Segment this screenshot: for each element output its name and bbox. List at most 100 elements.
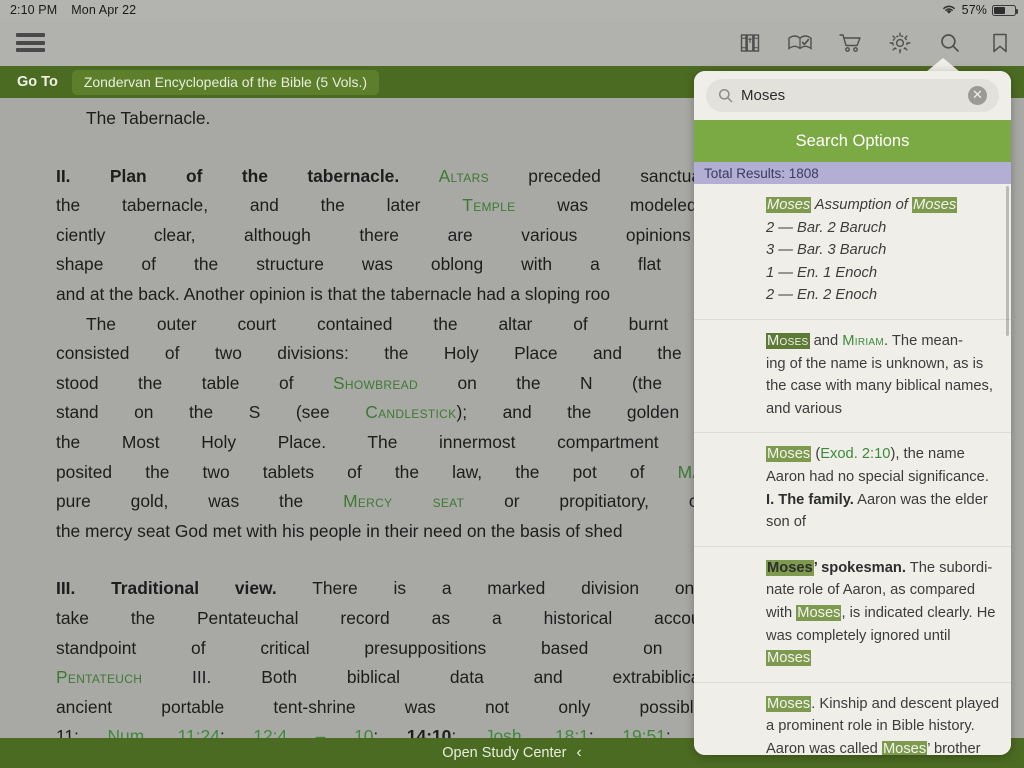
result-text-run: ’ brother bbox=[927, 740, 981, 755]
settings-gear-icon[interactable] bbox=[884, 27, 916, 59]
doc-text-run: the tabernacle, and the later bbox=[56, 195, 463, 216]
result-text-run: 2 — En. 2 Enoch bbox=[766, 287, 878, 304]
result-bold-run: I. The family. bbox=[766, 491, 854, 508]
search-term-highlight: Moses bbox=[766, 695, 812, 712]
battery-icon bbox=[992, 4, 1019, 16]
library-icon[interactable] bbox=[734, 27, 766, 59]
doc-text-run: pure gold, was the bbox=[56, 491, 344, 512]
store-cart-icon[interactable] bbox=[834, 27, 866, 59]
doc-text-run: 11; bbox=[56, 726, 108, 738]
open-study-center-label: Open Study Center bbox=[442, 745, 567, 761]
result-text-run: son of bbox=[766, 514, 807, 531]
search-result-line: Moses Assumption of Moses bbox=[766, 194, 997, 217]
search-result-item[interactable]: Moses Assumption of Moses 2 — Bar. 2 Baru… bbox=[694, 184, 1011, 320]
result-text-run: 2 — Bar. 2 Baruch bbox=[766, 219, 887, 236]
search-input[interactable] bbox=[741, 87, 968, 104]
wifi-icon bbox=[941, 3, 957, 18]
result-text-run: ing of the name is unknown, as is bbox=[766, 355, 984, 372]
total-results-label: Total Results: 1808 bbox=[694, 162, 1011, 184]
search-result-item[interactable]: Moses and Miriam. The mean-ing of the na… bbox=[694, 320, 1011, 434]
doc-smallcaps-link[interactable]: Candlestick bbox=[365, 402, 456, 422]
doc-text-run: ; bbox=[219, 726, 254, 738]
result-text-run: and bbox=[809, 332, 843, 349]
search-result-item[interactable]: Moses (Exod. 2:10), the name Aaron had no… bbox=[694, 433, 1011, 547]
current-book-chip[interactable]: Zondervan Encyclopedia of the Bible (5 V… bbox=[71, 69, 380, 95]
search-term-highlight: Moses bbox=[766, 446, 812, 463]
doc-text-run: ; bbox=[451, 726, 485, 738]
doc-text-run: the mercy seat God met with his people i… bbox=[56, 520, 623, 541]
doc-text-run: stand on the S (see bbox=[56, 402, 366, 423]
popover-pointer bbox=[926, 58, 960, 72]
search-result-line: 1 — En. 1 Enoch bbox=[766, 262, 997, 285]
status-date: Mon Apr 22 bbox=[71, 3, 137, 17]
results-scrollbar[interactable] bbox=[1006, 186, 1009, 336]
doc-smallcaps-link[interactable]: Altars bbox=[439, 166, 489, 186]
doc-scripture-link[interactable]: Josh. 18:1 bbox=[485, 726, 589, 738]
result-text-run: Aaron was the elder bbox=[853, 491, 988, 508]
doc-scripture-link[interactable]: 19:51 bbox=[622, 726, 666, 738]
result-scripture-link[interactable]: Exod. 2:10 bbox=[820, 446, 890, 462]
search-result-item[interactable]: Moses’ spokesman. The subordi-nate role … bbox=[694, 547, 1011, 683]
search-result-line: Aaron was called Moses’ brother bbox=[766, 738, 997, 755]
result-text-run: nate role of Aaron, as compared bbox=[766, 582, 976, 599]
document-line: the mercy seat God met with his people i… bbox=[56, 521, 623, 541]
search-result-line: Moses’ spokesman. The subordi- bbox=[766, 557, 997, 580]
search-term-highlight: Moses bbox=[911, 197, 958, 213]
doc-text-run: ; bbox=[373, 726, 407, 738]
search-field[interactable]: ✕ bbox=[706, 79, 999, 112]
search-result-line: I. The family. Aaron was the elder bbox=[766, 489, 997, 512]
result-text-run: Aaron was called bbox=[766, 740, 882, 755]
doc-text-run: stood the table of bbox=[56, 372, 333, 393]
document-line: The Tabernacle. bbox=[86, 108, 210, 128]
doc-smallcaps-link[interactable]: Showbread bbox=[333, 373, 418, 393]
result-text-run: . The mean- bbox=[884, 332, 963, 349]
doc-smallcaps-link[interactable]: Pentateuch bbox=[56, 667, 142, 687]
hamburger-menu-icon[interactable] bbox=[16, 30, 45, 55]
search-result-line: Moses (Exod. 2:10), the name bbox=[766, 443, 997, 466]
search-icon[interactable] bbox=[934, 27, 966, 59]
toolbar-icon-group bbox=[734, 20, 1016, 66]
search-result-line: Aaron had no special significance. bbox=[766, 466, 997, 489]
search-result-line: Moses. Kinship and descent played bbox=[766, 693, 1000, 716]
result-text-run: the case with many biblical names, bbox=[766, 378, 993, 395]
battery-percent: 57% bbox=[961, 3, 987, 17]
search-result-line: Moses and Miriam. The mean- bbox=[766, 330, 997, 353]
search-result-line: 2 — En. 2 Enoch bbox=[766, 284, 997, 307]
search-result-line: Moses bbox=[766, 647, 997, 670]
search-result-line: with Moses, is indicated clearly. He bbox=[766, 602, 997, 625]
search-results-list[interactable]: Moses Assumption of Moses 2 — Bar. 2 Baru… bbox=[694, 184, 1011, 755]
search-term-highlight: Moses bbox=[766, 559, 814, 576]
search-result-line: nate role of Aaron, as compared bbox=[766, 579, 997, 602]
go-to-button[interactable]: Go To bbox=[13, 72, 62, 92]
search-options-button[interactable]: Search Options bbox=[694, 120, 1011, 162]
search-result-item[interactable]: Moses. Kinship and descent played a promi… bbox=[694, 683, 1011, 755]
result-text-run: ), the name bbox=[890, 446, 965, 463]
clear-circle-icon[interactable]: ✕ bbox=[968, 86, 987, 105]
result-text-run: was completely ignored until bbox=[766, 627, 951, 644]
search-term-highlight: Moses bbox=[766, 650, 812, 667]
reading-plan-icon[interactable] bbox=[784, 27, 816, 59]
result-text-run: Aaron had no special significance. bbox=[766, 468, 989, 485]
result-text-run: 1 — En. 1 Enoch bbox=[766, 264, 878, 281]
result-text-run: . Kinship and descent played bbox=[811, 695, 1000, 712]
doc-text-run: The Tabernacle. bbox=[86, 108, 211, 128]
doc-text-run bbox=[399, 166, 438, 186]
doc-smallcaps-link[interactable]: Mercy seat bbox=[343, 491, 464, 511]
search-result-line: the case with many biblical names, bbox=[766, 375, 997, 398]
result-text-run: and various bbox=[766, 400, 842, 417]
doc-bold-run: II. Plan of the tabernacle. bbox=[56, 165, 400, 186]
result-crossref-link[interactable]: Miriam bbox=[842, 333, 884, 349]
result-text-run: , is indicated clearly. He bbox=[841, 604, 996, 621]
doc-scripture-link[interactable]: Num. 11:24 bbox=[108, 726, 220, 738]
search-result-line: a prominent role in Bible history. bbox=[766, 715, 997, 738]
result-text-run: a prominent role in Bible history. bbox=[766, 718, 975, 735]
result-text-run: ( bbox=[811, 446, 821, 463]
doc-smallcaps-link[interactable]: Temple bbox=[462, 195, 515, 215]
doc-text-run: and at the back. Another opinion is that… bbox=[56, 283, 610, 304]
result-text-run: Assumption of bbox=[811, 197, 912, 213]
doc-scripture-link[interactable]: 12:4 – 10 bbox=[253, 726, 373, 738]
bookmark-icon[interactable] bbox=[984, 27, 1016, 59]
status-bar: 2:10 PM Mon Apr 22 57% bbox=[0, 0, 1024, 20]
search-result-line: son of bbox=[766, 511, 997, 534]
result-text-run: The subordi- bbox=[905, 559, 993, 576]
